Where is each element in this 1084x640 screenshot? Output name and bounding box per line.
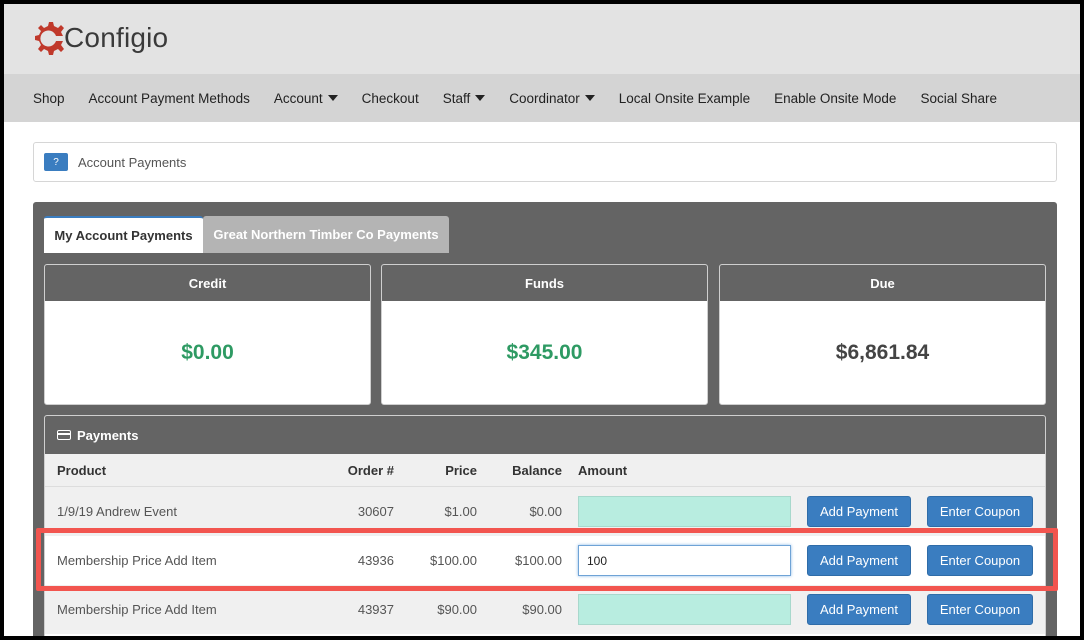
col-product: Product: [57, 462, 107, 478]
nav-label: Checkout: [361, 90, 419, 106]
logo[interactable]: Configio: [32, 18, 168, 58]
payments-title: Payments: [77, 427, 139, 443]
product-cell: 1/9/19 Andrew Event: [57, 504, 177, 519]
nav-item-account-payment-methods[interactable]: Account Payment Methods: [89, 91, 250, 106]
main-nav: Shop Account Payment Methods Account Che…: [4, 74, 1080, 122]
amount-input[interactable]: [578, 496, 791, 527]
product-cell: Membership Price Add Item: [57, 553, 217, 568]
col-order: Order #: [347, 462, 394, 478]
funds-label: Funds: [382, 265, 707, 301]
header: Configio: [4, 4, 1080, 74]
price-cell: $1.00: [444, 504, 477, 519]
add-payment-button[interactable]: Add Payment: [807, 594, 911, 625]
order-cell: 43936: [357, 553, 394, 568]
caret-down-icon: [584, 95, 595, 101]
col-balance: Balance: [512, 462, 562, 478]
order-cell: 43937: [357, 602, 394, 617]
caret-down-icon: [475, 95, 486, 101]
due-value: $6,861.84: [835, 341, 930, 364]
amount-input[interactable]: [578, 594, 791, 625]
nav-label: Enable Onsite Mode: [774, 90, 897, 106]
nav-item-shop[interactable]: Shop: [33, 91, 65, 106]
table-row: 1/9/19 Andrew Event 30607 $1.00 $0.00 Ad…: [45, 487, 1045, 536]
col-price: Price: [445, 462, 477, 478]
table-row: Membership Price Add Item 43937 $90.00 $…: [45, 585, 1045, 634]
breadcrumb: ? Account Payments: [33, 142, 1057, 182]
nav-item-enable-onsite-mode[interactable]: Enable Onsite Mode: [774, 91, 896, 106]
balance-cell: $90.00: [522, 602, 562, 617]
balance-cell: $0.00: [529, 504, 562, 519]
credit-label: Credit: [45, 265, 370, 301]
nav-item-local-onsite-example[interactable]: Local Onsite Example: [619, 91, 750, 106]
nav-label: Account Payment Methods: [88, 90, 250, 106]
breadcrumb-label: Account Payments: [78, 154, 187, 170]
tab-great-northern-timber-co-payments[interactable]: Great Northern Timber Co Payments: [203, 216, 449, 253]
payments-section: Payments Product Order # Price Balance A…: [44, 415, 1046, 636]
account-payments-panel: My Account Payments Great Northern Timbe…: [33, 202, 1057, 636]
funds-card: Funds $345.00: [381, 264, 708, 405]
due-card: Due $6,861.84: [719, 264, 1046, 405]
nav-label: Staff: [442, 90, 471, 106]
enter-coupon-button[interactable]: Enter Coupon: [927, 594, 1033, 625]
payments-table-header: Product Order # Price Balance Amount: [45, 454, 1045, 487]
nav-item-staff[interactable]: Staff: [443, 91, 486, 106]
nav-label: Shop: [33, 90, 65, 106]
price-cell: $90.00: [437, 602, 477, 617]
nav-item-checkout[interactable]: Checkout: [362, 91, 419, 106]
enter-coupon-button[interactable]: Enter Coupon: [927, 496, 1033, 527]
enter-coupon-button[interactable]: Enter Coupon: [927, 545, 1033, 576]
nav-item-coordinator[interactable]: Coordinator: [509, 91, 595, 106]
nav-label: Account: [273, 90, 323, 106]
help-icon[interactable]: ?: [44, 153, 68, 171]
tab-my-account-payments[interactable]: My Account Payments: [44, 216, 203, 253]
due-label: Due: [720, 265, 1045, 301]
funds-value: $345.00: [506, 341, 583, 364]
col-amount: Amount: [578, 462, 628, 478]
nav-label: Local Onsite Example: [618, 90, 751, 106]
add-payment-button[interactable]: Add Payment: [807, 496, 911, 527]
price-cell: $100.00: [430, 553, 477, 568]
nav-item-social-share[interactable]: Social Share: [920, 91, 997, 106]
nav-label: Coordinator: [509, 90, 580, 106]
nav-item-account[interactable]: Account: [274, 91, 338, 106]
caret-down-icon: [327, 95, 338, 101]
nav-label: Social Share: [920, 90, 997, 106]
balance-cell: $100.00: [515, 553, 562, 568]
order-cell: 30607: [357, 504, 394, 519]
gear-logo-icon: [35, 22, 64, 55]
brand-name: Configio: [64, 22, 169, 53]
credit-card: Credit $0.00: [44, 264, 371, 405]
table-row: Membership Price Add Item 43936 $100.00 …: [45, 536, 1045, 585]
credit-value: $0.00: [181, 341, 234, 364]
product-cell: Membership Price Add Item: [57, 602, 217, 617]
add-payment-button[interactable]: Add Payment: [807, 545, 911, 576]
app-frame: Configio Shop Account Payment Methods Ac…: [4, 4, 1080, 636]
credit-card-icon: [57, 430, 71, 440]
payments-header: Payments: [45, 416, 1045, 454]
amount-input[interactable]: [578, 545, 791, 576]
